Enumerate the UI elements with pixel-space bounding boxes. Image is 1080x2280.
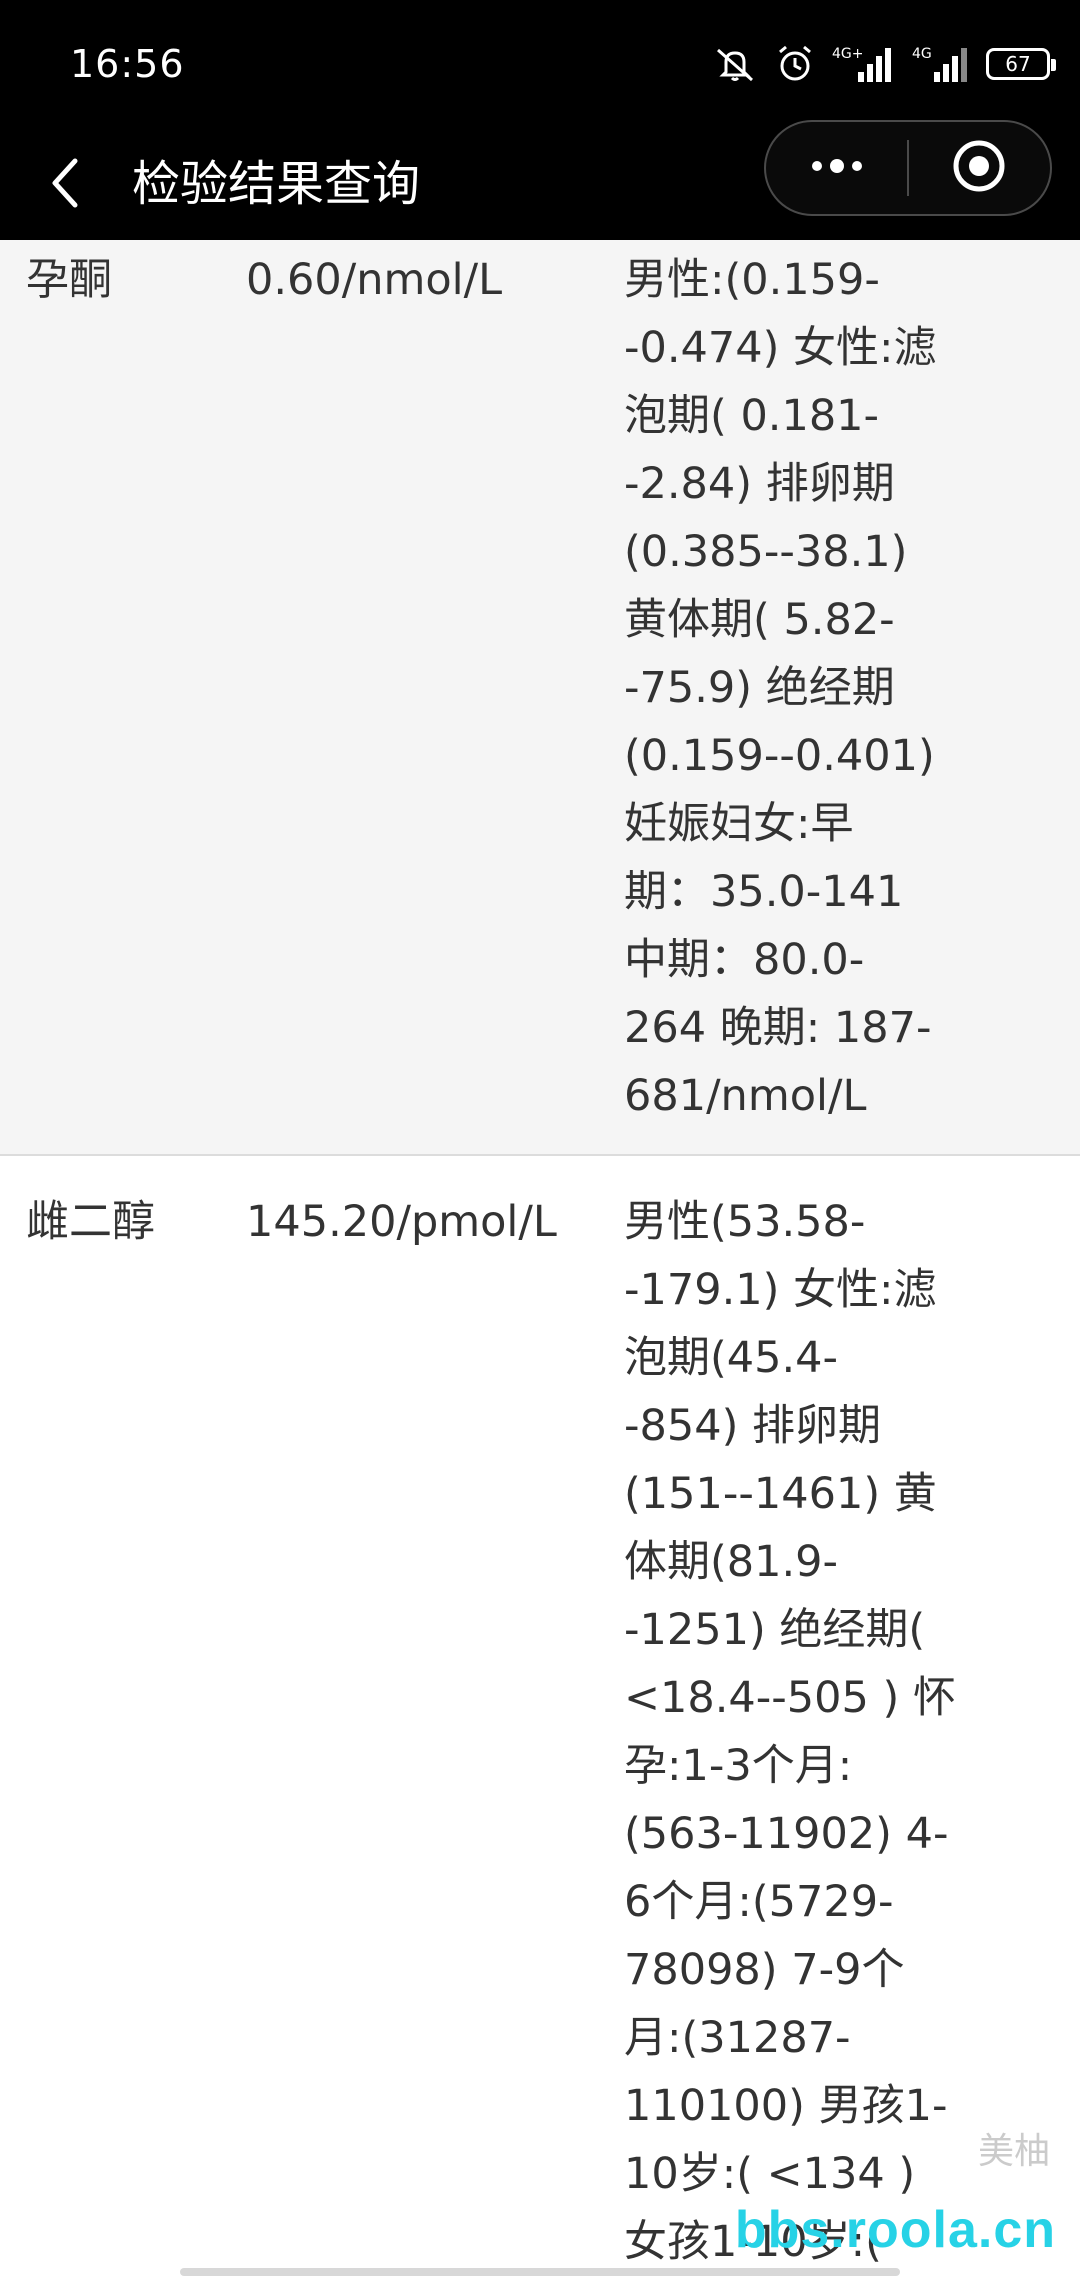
battery-level: 67 bbox=[1005, 52, 1031, 76]
signal-1-label: 4G+ bbox=[832, 46, 864, 62]
back-button[interactable] bbox=[30, 150, 100, 220]
close-button[interactable] bbox=[909, 122, 1050, 214]
result-name: 孕酮 bbox=[26, 255, 112, 305]
status-icons: 4G+ 4G 67 bbox=[712, 40, 1056, 88]
result-row-progesterone: 孕酮 0.60/nmol/L 男性:(0.159- -0.474) 女性:滤 泡… bbox=[0, 240, 1080, 1156]
signal-4g-plus-icon: 4G+ bbox=[832, 44, 894, 84]
scroll-indicator bbox=[180, 2268, 900, 2276]
result-value: 0.60/nmol/L bbox=[246, 255, 503, 305]
page-title: 检验结果查询 bbox=[132, 156, 421, 212]
signal-4g-icon: 4G bbox=[912, 44, 968, 84]
target-circle-icon bbox=[951, 138, 1007, 198]
signal-2-label: 4G bbox=[912, 46, 932, 62]
battery-icon: 67 bbox=[986, 48, 1056, 80]
result-name: 雌二醇 bbox=[26, 1197, 155, 1247]
mini-program-capsule bbox=[764, 120, 1052, 216]
status-bar: 16:56 4G+ 4G 67 bbox=[0, 0, 1080, 128]
alarm-icon bbox=[776, 44, 814, 84]
status-time: 16:56 bbox=[70, 42, 185, 86]
results-list[interactable]: 孕酮 0.60/nmol/L 男性:(0.159- -0.474) 女性:滤 泡… bbox=[0, 240, 1080, 2280]
more-dots-icon bbox=[807, 158, 867, 178]
result-reference-range: 男性(53.58- -179.1) 女性:滤 泡期(45.4- -854) 排卵… bbox=[624, 1197, 956, 2267]
more-button[interactable] bbox=[766, 122, 907, 214]
result-reference-range: 男性:(0.159- -0.474) 女性:滤 泡期( 0.181- -2.84… bbox=[624, 255, 937, 1121]
mute-icon bbox=[712, 44, 758, 84]
result-value: 145.20/pmol/L bbox=[246, 1197, 557, 1247]
chevron-left-icon bbox=[45, 155, 85, 215]
result-row-estradiol: 雌二醇 145.20/pmol/L 男性(53.58- -179.1) 女性:滤… bbox=[0, 1156, 1080, 2280]
